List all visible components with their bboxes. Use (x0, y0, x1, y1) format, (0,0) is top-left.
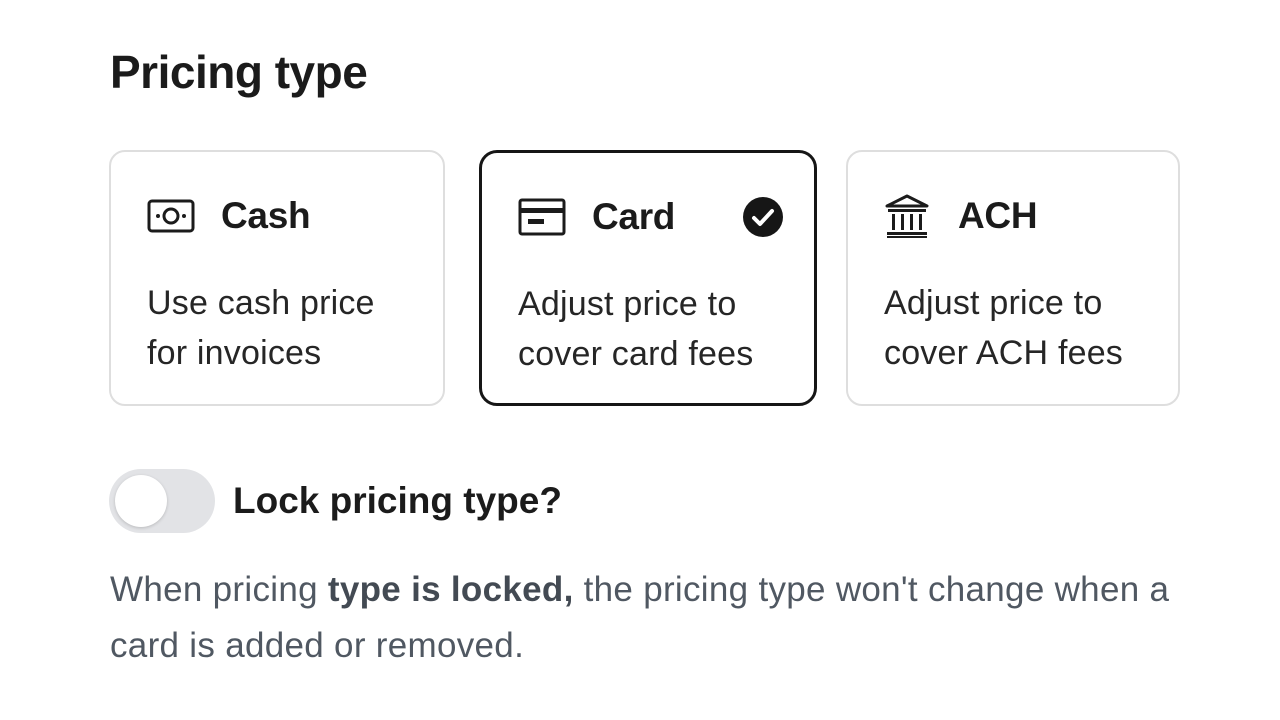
option-description: Adjust price to cover ACH fees (884, 284, 1124, 372)
option-description: Adjust price to cover card fees (518, 285, 754, 373)
help-text-emphasis: type is locked, (327, 570, 574, 609)
pricing-option-cash[interactable]: Cash Use cash price for invoices (109, 150, 445, 406)
help-text-prefix: When pricing (110, 570, 328, 609)
option-header: ACH (884, 192, 1148, 240)
option-title: Cash (221, 195, 311, 236)
option-header: Card (518, 193, 784, 241)
option-title: Card (592, 196, 676, 237)
toggle-knob (115, 475, 167, 527)
lock-pricing-label: Lock pricing type? (233, 480, 562, 521)
lock-pricing-toggle[interactable] (109, 469, 215, 533)
bank-icon (884, 194, 934, 238)
check-circle-icon (742, 196, 784, 238)
option-description: Use cash price for invoices (147, 284, 375, 372)
option-header: Cash (147, 192, 413, 240)
section-title: Pricing type (110, 46, 368, 98)
pricing-option-card[interactable]: Card Adjust price to cover card fees (479, 150, 817, 406)
lock-help-text: When pricing type is locked, the pricing… (110, 562, 1190, 674)
option-title: ACH (958, 195, 1038, 236)
credit-card-icon (518, 195, 568, 239)
pricing-option-ach[interactable]: ACH Adjust price to cover ACH fees (846, 150, 1180, 406)
cash-bill-icon (147, 194, 197, 238)
pricing-type-panel: Pricing type Cash Use cash price for inv… (0, 0, 1280, 720)
